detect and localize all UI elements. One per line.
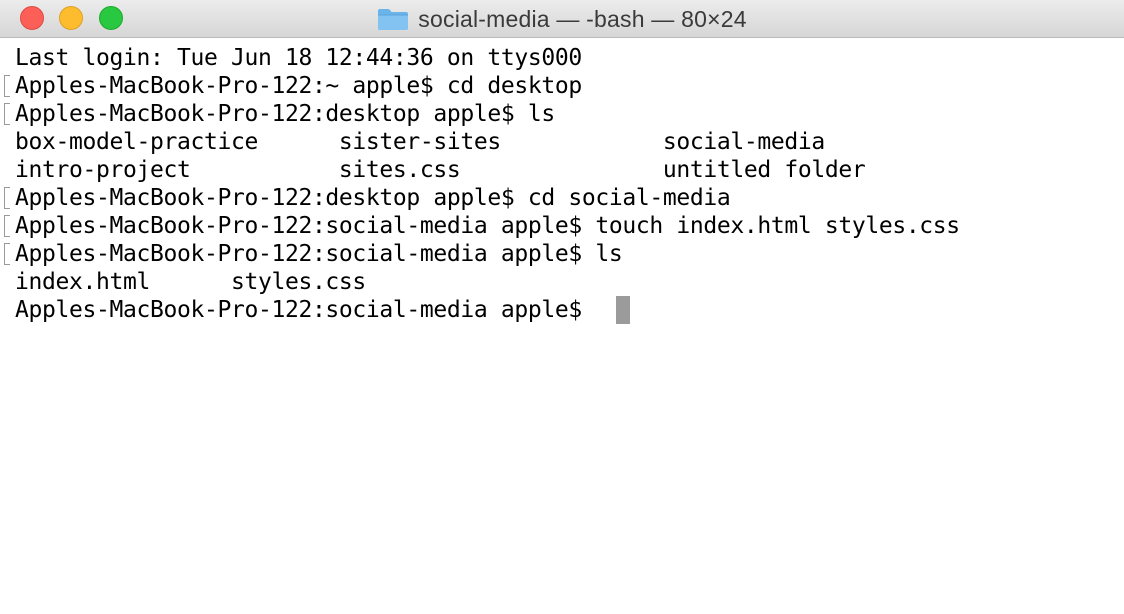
terminal-line: Apples-MacBook-Pro-122:desktop apple$ cd…: [15, 185, 731, 211]
prompt-marker: [4, 243, 10, 265]
terminal-prompt-line[interactable]: Apples-MacBook-Pro-122:social-media appl…: [15, 296, 595, 324]
window-title: social-media — -bash — 80×24: [418, 5, 747, 32]
terminal-line: box-model-practice sister-sites social-m…: [15, 129, 825, 155]
prompt-marker: [4, 187, 10, 209]
terminal-line: Apples-MacBook-Pro-122:social-media appl…: [15, 241, 623, 267]
folder-icon: [378, 9, 409, 30]
terminal-line: Apples-MacBook-Pro-122:~ apple$ cd deskt…: [15, 73, 582, 99]
terminal-line: intro-project sites.css untitled folder: [15, 157, 866, 183]
terminal-line: Apples-MacBook-Pro-122:social-media appl…: [15, 213, 960, 239]
terminal-window: social-media — -bash — 80×24 Last login:…: [0, 0, 1124, 614]
terminal-line: index.html styles.css: [15, 269, 366, 295]
window-title-group: social-media — -bash — 80×24: [0, 0, 1124, 38]
prompt-marker: [4, 215, 10, 237]
terminal-line: Apples-MacBook-Pro-122:desktop apple$ ls: [15, 101, 555, 127]
prompt-marker: [4, 75, 10, 97]
terminal-line: Last login: Tue Jun 18 12:44:36 on ttys0…: [15, 45, 582, 71]
title-bar[interactable]: social-media — -bash — 80×24: [0, 0, 1124, 38]
terminal-output[interactable]: Last login: Tue Jun 18 12:44:36 on ttys0…: [0, 38, 1124, 614]
text-cursor: [616, 296, 630, 324]
prompt-marker: [4, 103, 10, 125]
